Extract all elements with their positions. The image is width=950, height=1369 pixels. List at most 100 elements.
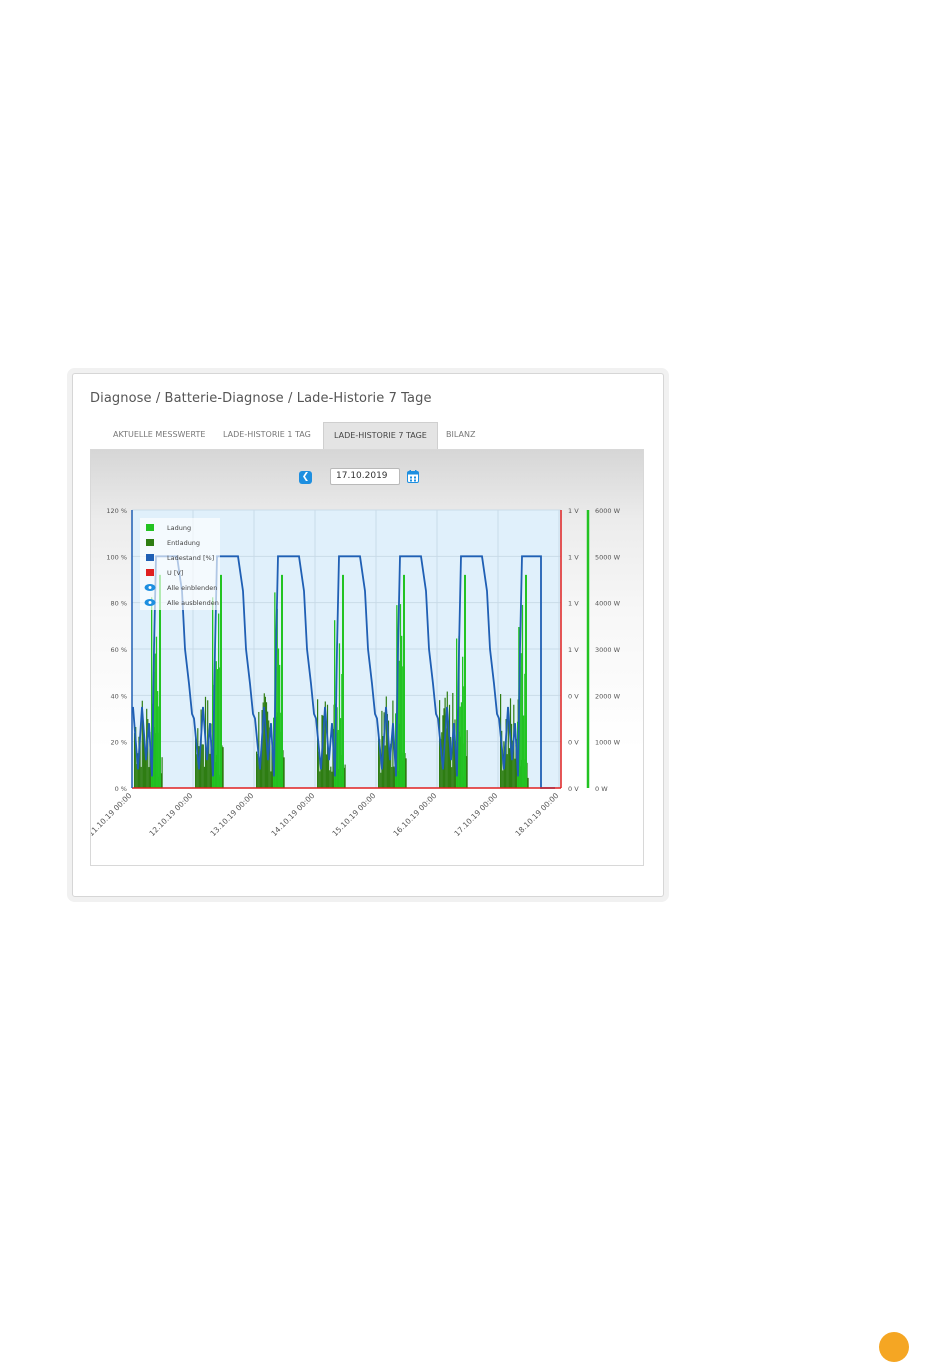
entladung-bar bbox=[329, 770, 331, 788]
ladung-bar bbox=[215, 661, 217, 788]
legend-label: U [V] bbox=[167, 569, 183, 577]
ladung-bar bbox=[464, 574, 466, 788]
voltage-tick-label: 0 V bbox=[568, 692, 579, 700]
legend-swatch bbox=[146, 539, 154, 546]
voltage-tick-label: 0 V bbox=[568, 785, 579, 793]
entladung-bar bbox=[330, 766, 332, 788]
entladung-bar bbox=[514, 758, 516, 788]
entladung-bar bbox=[209, 753, 211, 788]
lade-historie-chart: 0 %20 %40 %60 %80 %100 %120 %0 V0 V0 V1 … bbox=[91, 507, 621, 838]
voltage-tick-label: 1 V bbox=[568, 553, 579, 561]
ladung-bar bbox=[401, 635, 403, 788]
diagnose-card: Diagnose / Batterie-Diagnose / Lade-Hist… bbox=[72, 373, 664, 897]
entladung-bar bbox=[202, 744, 204, 788]
entladung-bar bbox=[451, 767, 453, 788]
hide-all-link[interactable]: Alle ausblenden bbox=[167, 599, 219, 607]
power-tick-label: 1000 W bbox=[595, 739, 621, 747]
power-tick-label: 4000 W bbox=[595, 600, 621, 608]
x-tick-label: 15.10.19 00:00 bbox=[330, 791, 377, 838]
legend-label: Entladung bbox=[167, 539, 200, 547]
x-tick-label: 17.10.19 00:00 bbox=[452, 791, 499, 838]
left-tick-label: 20 % bbox=[110, 739, 127, 747]
ladung-bar bbox=[460, 702, 463, 788]
ladung-bar bbox=[398, 660, 400, 788]
ladung-bar bbox=[462, 656, 464, 788]
entladung-bar bbox=[201, 744, 203, 788]
left-tick-label: 100 % bbox=[106, 553, 127, 561]
chart-panel: ❮ 17.10.2019 0 % 20 % 40 % 60 % 80 % 100 % 120… bbox=[90, 449, 644, 866]
entladung-bar bbox=[283, 757, 285, 788]
entladung-bar bbox=[506, 754, 508, 788]
entladung-bar bbox=[380, 772, 382, 788]
entladung-bar bbox=[344, 764, 346, 788]
left-tick-label: 80 % bbox=[110, 600, 127, 608]
ladung-bar bbox=[340, 718, 342, 788]
ladung-bar bbox=[403, 574, 405, 788]
x-tick-label: 12.10.19 00:00 bbox=[147, 791, 194, 838]
left-tick-label: 120 % bbox=[106, 507, 127, 515]
entladung-bar bbox=[391, 767, 393, 788]
entladung-bar bbox=[393, 766, 395, 788]
power-tick-label: 5000 W bbox=[595, 553, 621, 561]
x-tick-label: 11.10.19 00:00 bbox=[91, 791, 134, 838]
ladung-bar bbox=[523, 715, 525, 788]
legend-label: Ladung bbox=[167, 524, 191, 532]
page-number-dot bbox=[879, 1332, 909, 1362]
entladung-bar bbox=[148, 767, 150, 788]
tab-lade-historie-1-tag[interactable]: LADE-HISTORIE 1 TAG bbox=[213, 422, 321, 448]
entladung-bar bbox=[203, 766, 205, 788]
ladung-bar bbox=[399, 604, 402, 788]
ladung-bar bbox=[220, 574, 222, 788]
ladung-bar bbox=[154, 653, 156, 788]
ladung-bar bbox=[155, 636, 158, 788]
entladung-bar bbox=[381, 710, 383, 788]
show-all-link[interactable]: Alle einblenden bbox=[167, 584, 217, 592]
ladung-bar bbox=[157, 691, 159, 788]
power-tick-label: 6000 W bbox=[595, 507, 621, 515]
entladung-bar bbox=[325, 754, 327, 788]
legend-label: Ladestand [%] bbox=[167, 554, 214, 562]
ladung-bar bbox=[337, 729, 339, 788]
x-tick-label: 18.10.19 00:00 bbox=[513, 791, 560, 838]
voltage-tick-label: 1 V bbox=[568, 646, 579, 654]
entladung-bar bbox=[331, 771, 333, 788]
entladung-bar bbox=[502, 770, 504, 788]
x-tick-label: 16.10.19 00:00 bbox=[391, 791, 438, 838]
entladung-bar bbox=[319, 771, 321, 788]
left-tick-label: 60 % bbox=[110, 646, 127, 654]
entladung-bar bbox=[527, 777, 529, 788]
power-tick-label: 2000 W bbox=[595, 692, 621, 700]
ladung-bar bbox=[277, 648, 280, 788]
breadcrumb: Diagnose / Batterie-Diagnose / Lade-Hist… bbox=[90, 391, 432, 406]
eye-pupil bbox=[148, 601, 152, 604]
entladung-bar bbox=[384, 745, 386, 788]
voltage-tick-label: 1 V bbox=[568, 507, 579, 515]
ladung-bar bbox=[459, 706, 461, 788]
entladung-bar bbox=[140, 766, 142, 788]
entladung-bar bbox=[328, 759, 330, 788]
entladung-bar bbox=[222, 747, 224, 788]
entladung-bar bbox=[270, 771, 272, 788]
x-tick-label: 13.10.19 00:00 bbox=[208, 791, 255, 838]
ladung-bar bbox=[521, 604, 524, 788]
tab-lade-historie-7-tage[interactable]: LADE-HISTORIE 7 TAGE bbox=[323, 422, 438, 449]
power-tick-label: 3000 W bbox=[595, 646, 621, 654]
ladung-bar bbox=[216, 669, 219, 788]
ladung-bar bbox=[281, 574, 283, 788]
entladung-bar bbox=[161, 757, 163, 788]
ladung-bar bbox=[525, 574, 527, 788]
legend-swatch bbox=[146, 524, 154, 531]
ladung-bar bbox=[218, 613, 220, 788]
tab-aktuelle-messwerte[interactable]: AKTUELLE MESSWERTE bbox=[103, 422, 215, 448]
power-tick-label: 0 W bbox=[595, 785, 608, 793]
tab-bilanz[interactable]: BILANZ bbox=[436, 422, 485, 448]
voltage-tick-label: 1 V bbox=[568, 600, 579, 608]
entladung-bar bbox=[466, 730, 468, 788]
ladung-bar bbox=[520, 653, 522, 788]
chart-legend: Ladung Entladung Ladestand [%] U [V] Alle ei… bbox=[140, 518, 220, 610]
x-tick-label: 14.10.19 00:00 bbox=[269, 791, 316, 838]
ladung-bar bbox=[338, 643, 341, 788]
entladung-bar bbox=[256, 751, 258, 788]
entladung-bar bbox=[446, 691, 448, 788]
ladung-bar bbox=[342, 574, 344, 788]
